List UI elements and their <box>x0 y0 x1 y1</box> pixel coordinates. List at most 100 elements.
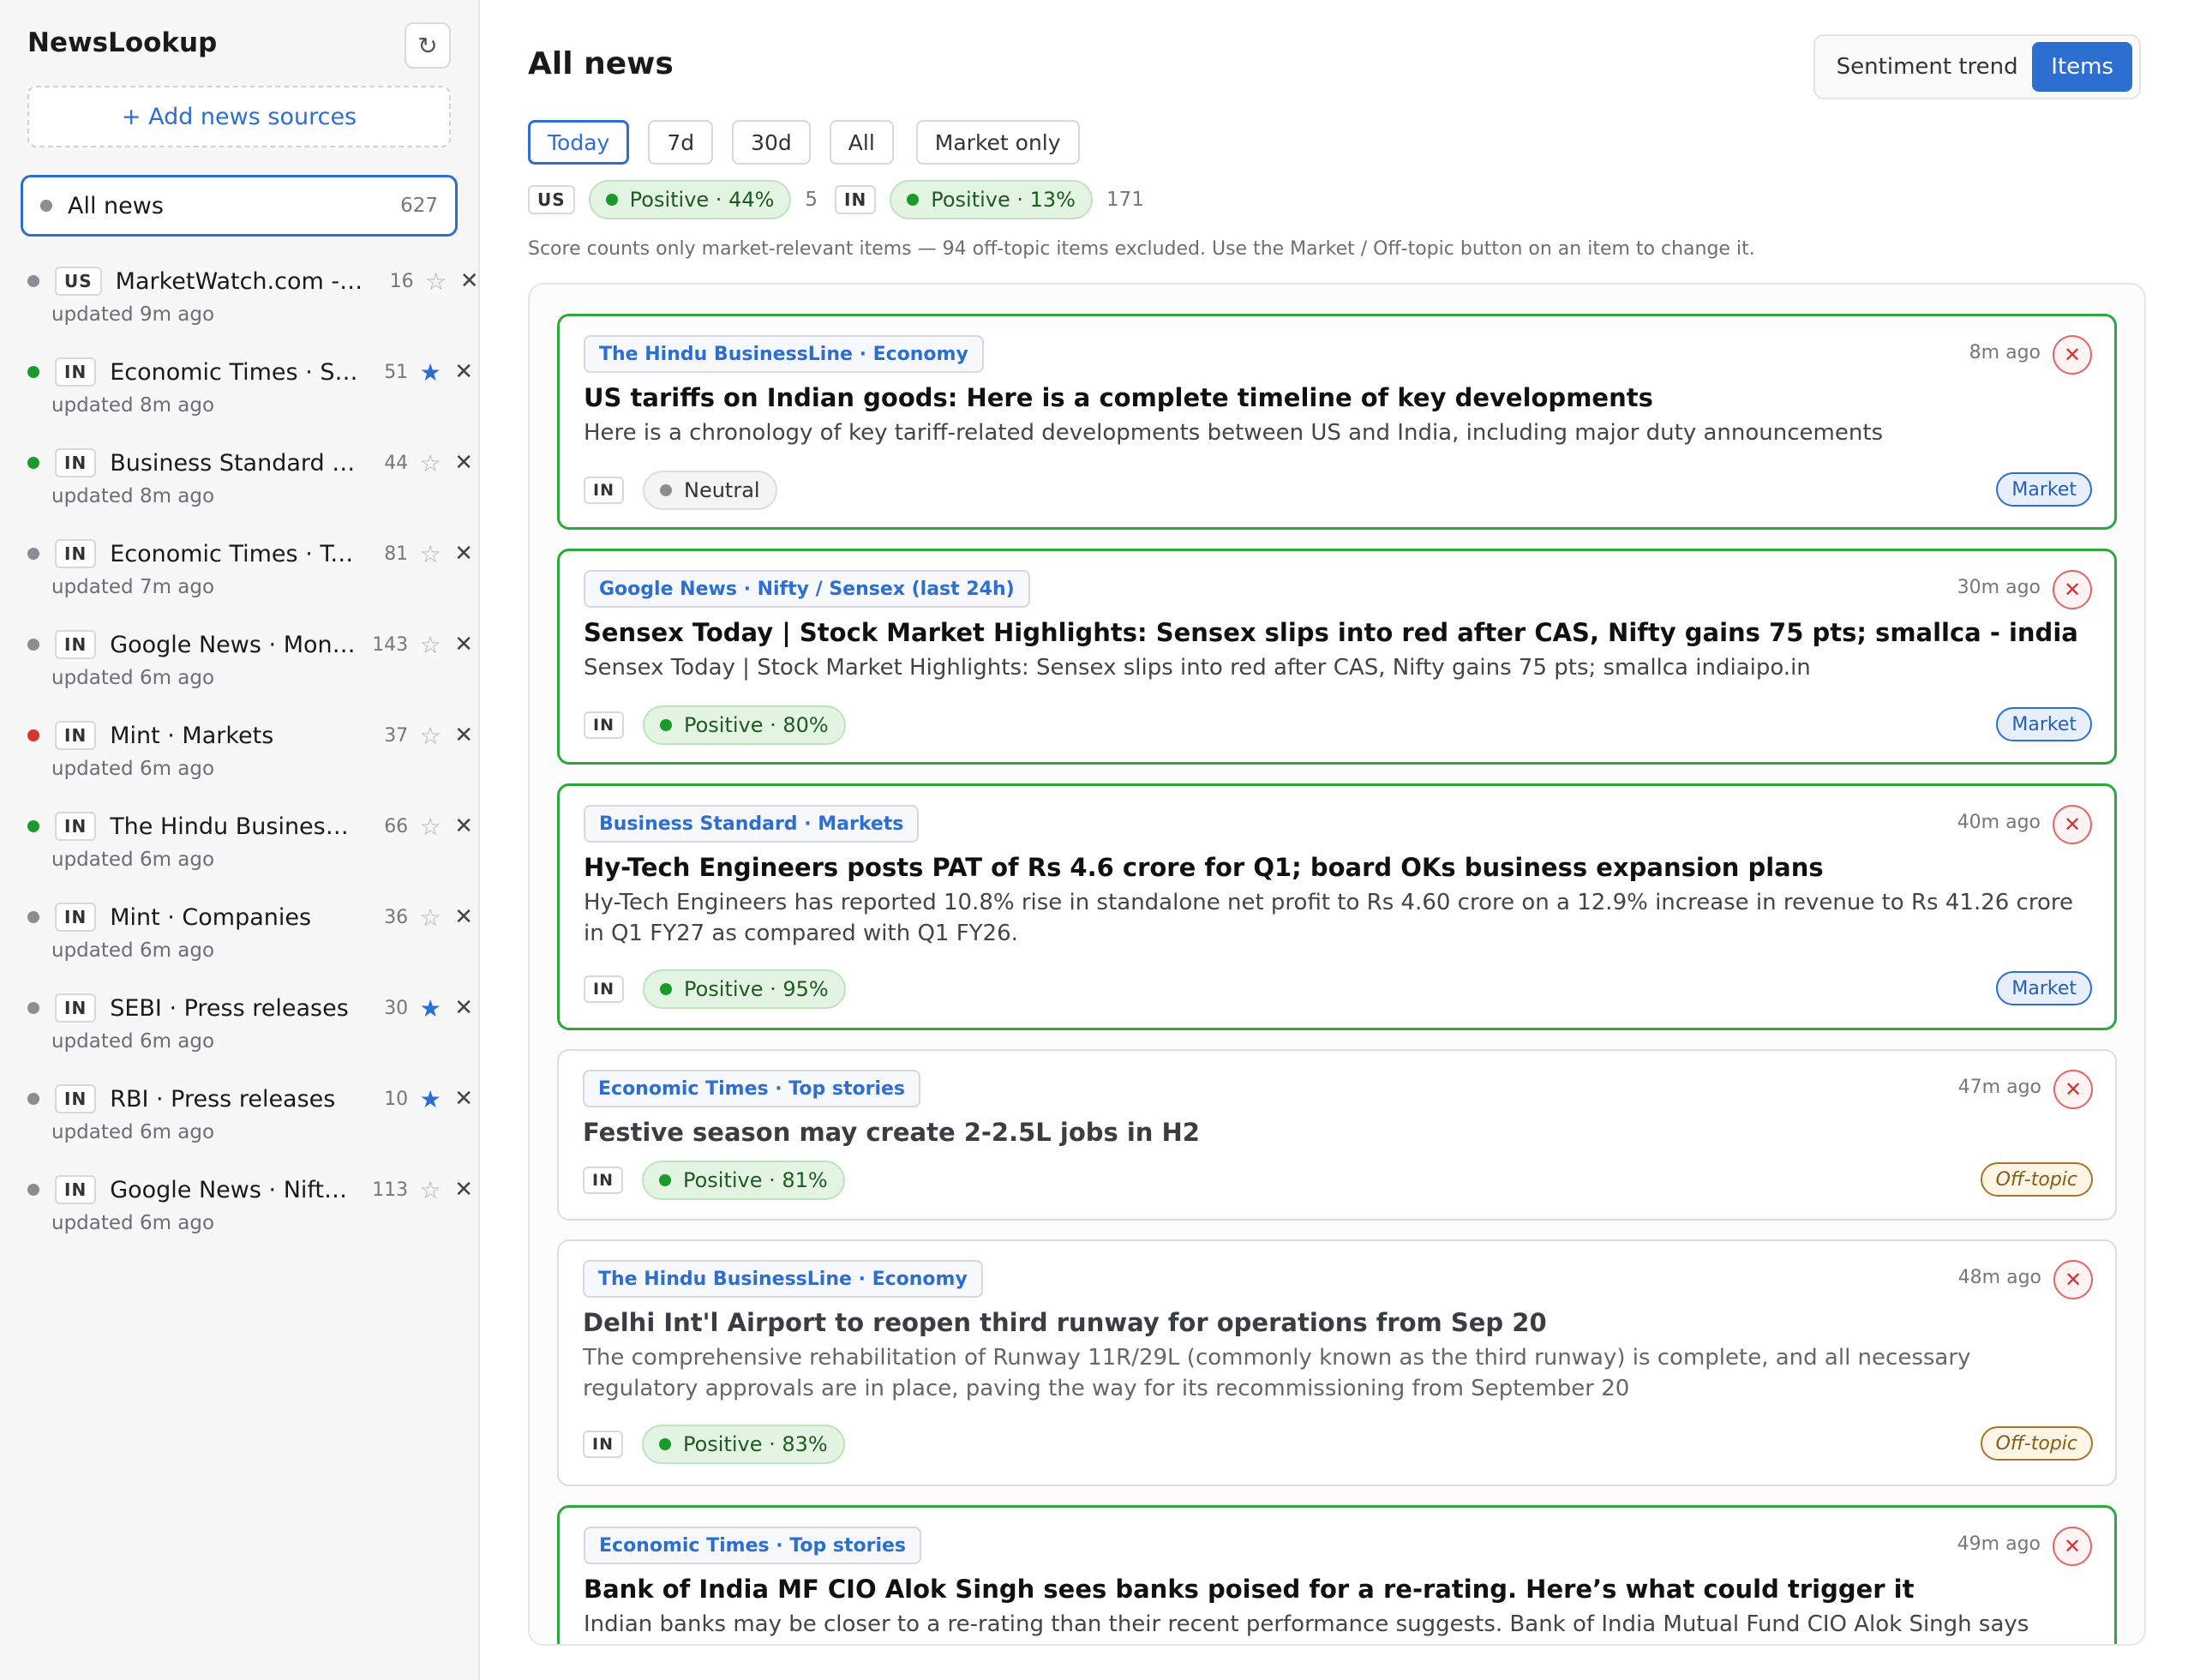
filter-all[interactable]: All <box>829 120 894 165</box>
filter-7d[interactable]: 7d <box>648 120 714 165</box>
remove-source-icon[interactable]: ✕ <box>451 904 477 930</box>
positive-dot <box>605 194 618 206</box>
remove-source-icon[interactable]: ✕ <box>451 450 477 476</box>
star-icon[interactable]: ★ <box>413 994 447 1023</box>
news-card[interactable]: Google News · Nifty / Sensex (last 24h) 3… <box>557 549 2117 765</box>
sidebar-source-item[interactable]: USMarketWatch.com - Top Stories16☆✕updat… <box>21 255 479 346</box>
source-name: SEBI · Press releases <box>110 994 349 1022</box>
market-tag-button[interactable]: Market <box>1996 472 2092 507</box>
card-source-badge[interactable]: Economic Times · Top stories <box>583 1070 921 1107</box>
status-dot <box>40 200 52 212</box>
star-icon[interactable]: ☆ <box>413 903 447 932</box>
market-only-toggle[interactable]: Market only <box>915 120 1080 165</box>
source-count: 30 <box>384 997 409 1019</box>
card-description: Sensex Today | Stock Market Highlights: … <box>584 655 1811 681</box>
sentiment-trend-tab[interactable]: Sentiment trend <box>1822 42 2032 92</box>
status-dot <box>27 366 39 378</box>
sidebar-source-item[interactable]: INEconomic Times · Top stories81☆✕update… <box>21 528 473 619</box>
card-description: Hy-Tech Engineers has reported 10.8% ris… <box>584 890 2073 946</box>
source-count: 51 <box>384 361 409 383</box>
card-source-badge[interactable]: Business Standard · Markets <box>584 805 920 843</box>
remove-source-icon[interactable]: ✕ <box>451 995 477 1021</box>
news-card[interactable]: Economic Times · Top stories 49m ago ✕ Bank… <box>557 1505 2117 1644</box>
card-source-badge[interactable]: The Hindu BusinessLine · Economy <box>584 335 984 373</box>
main-panel: All news Sentiment trend Items Today 7d … <box>482 0 2194 1680</box>
sidebar-source-item[interactable]: IN Google News · Money 143 ☆ ✕ updated 6m ago <box>21 619 473 710</box>
card-source-badge[interactable]: The Hindu BusinessLine · Economy <box>583 1260 983 1298</box>
star-icon[interactable]: ☆ <box>413 813 447 841</box>
remove-source-icon[interactable]: ✕ <box>451 541 477 567</box>
sentiment-pill: Neutral <box>642 471 777 510</box>
dismiss-icon[interactable]: ✕ <box>2053 570 2092 609</box>
filter-today[interactable]: Today <box>528 120 630 165</box>
dismiss-icon[interactable]: ✕ <box>2053 1527 2092 1566</box>
remove-source-icon[interactable]: ✕ <box>457 268 483 294</box>
star-icon[interactable]: ☆ <box>413 722 447 750</box>
market-tag-button[interactable]: Market <box>1996 707 2092 741</box>
card-title[interactable]: Sensex Today | Stock Market Highlights: … <box>584 618 2080 647</box>
remove-source-icon[interactable]: ✕ <box>451 632 477 657</box>
off-topic-tag-button[interactable]: Off-topic <box>1980 1426 2093 1461</box>
country-badge: IN <box>55 721 97 750</box>
sidebar-source-item[interactable]: INEconomic Times · Stocks51★✕updated 8m … <box>21 346 473 437</box>
news-card[interactable]: The Hindu BusinessLine · Economy 8m ago ✕ U… <box>557 314 2117 530</box>
sentiment-label: Positive · 80% <box>683 713 829 737</box>
country-badge: IN <box>55 630 97 659</box>
star-icon[interactable]: ★ <box>413 1085 447 1113</box>
remove-source-icon[interactable]: ✕ <box>451 1086 477 1112</box>
card-source-badge[interactable]: Economic Times · Top stories <box>584 1527 922 1564</box>
remove-source-icon[interactable]: ✕ <box>451 813 477 839</box>
sidebar-source-item[interactable]: IN Mint · Companies 36 ☆ ✕ updated 6m ago <box>21 891 473 982</box>
dismiss-icon[interactable]: ✕ <box>2053 1260 2093 1299</box>
filter-30d[interactable]: 30d <box>732 120 811 165</box>
star-icon[interactable]: ☆ <box>413 631 447 659</box>
source-updated: updated 6m ago <box>51 1030 215 1053</box>
items-tab[interactable]: Items <box>2032 42 2132 92</box>
sidebar-source-item[interactable]: INGoogle News · Nifty / Sensex113☆✕updat… <box>21 1164 473 1255</box>
sentiment-dot <box>659 719 672 731</box>
sidebar-source-item[interactable]: IN SEBI · Press releases 30 ★ ✕ updated 6m ag… <box>21 982 473 1073</box>
card-title[interactable]: US tariffs on Indian goods: Here is a co… <box>584 383 2080 412</box>
star-icon[interactable]: ☆ <box>413 1176 447 1204</box>
sentiment-label: Positive · 13% <box>931 188 1076 212</box>
add-news-sources-button[interactable]: + Add news sources <box>27 86 451 147</box>
off-topic-tag-button[interactable]: Off-topic <box>1980 1162 2093 1197</box>
news-feed[interactable]: The Hindu BusinessLine · Economy 8m ago ✕ U… <box>528 283 2146 1646</box>
card-title[interactable]: Festive season may create 2-2.5L jobs in… <box>583 1118 2081 1147</box>
country-badge: IN <box>55 812 97 841</box>
sidebar-source-item[interactable]: INBusiness Standard · Markets44☆✕updated… <box>21 437 473 528</box>
sentiment-label: Neutral <box>683 478 760 502</box>
star-icon[interactable]: ☆ <box>413 449 447 477</box>
card-title[interactable]: Delhi Int'l Airport to reopen third runw… <box>583 1308 2081 1337</box>
source-updated: updated 6m ago <box>51 1121 215 1143</box>
card-title[interactable]: Hy-Tech Engineers posts PAT of Rs 4.6 cr… <box>584 853 2080 882</box>
dismiss-icon[interactable]: ✕ <box>2053 805 2092 844</box>
card-description: The comprehensive rehabilitation of Runw… <box>583 1345 1971 1401</box>
sentiment-label: Positive · 83% <box>682 1432 828 1456</box>
card-title[interactable]: Bank of India MF CIO Alok Singh sees ban… <box>584 1575 2080 1604</box>
news-card[interactable]: The Hindu BusinessLine · Economy 48m ago ✕… <box>557 1239 2117 1486</box>
news-card[interactable]: Economic Times · Top stories 47m ago ✕ Fest… <box>557 1049 2117 1221</box>
status-dot <box>27 548 39 560</box>
all-news-label: All news <box>68 192 164 219</box>
sidebar-item-all-news[interactable]: All news 627 <box>21 175 458 237</box>
dismiss-icon[interactable]: ✕ <box>2053 335 2092 375</box>
dismiss-icon[interactable]: ✕ <box>2053 1070 2093 1109</box>
sidebar-source-item[interactable]: IN Mint · Markets 37 ☆ ✕ updated 6m ago <box>21 710 473 801</box>
star-icon[interactable]: ☆ <box>413 540 447 568</box>
remove-source-icon[interactable]: ✕ <box>451 359 477 385</box>
news-card[interactable]: Business Standard · Markets 40m ago ✕ Hy-Te… <box>557 783 2117 1030</box>
refresh-button[interactable]: ↻ <box>405 22 451 69</box>
star-icon[interactable]: ☆ <box>419 267 453 296</box>
country-badge: IN <box>55 903 97 932</box>
star-icon[interactable]: ★ <box>413 358 447 387</box>
sidebar-source-item[interactable]: IN RBI · Press releases 10 ★ ✕ updated 6m ago <box>21 1073 473 1164</box>
remove-source-icon[interactable]: ✕ <box>451 723 477 748</box>
sentiment-label: Positive · 95% <box>683 977 829 1001</box>
remove-source-icon[interactable]: ✕ <box>451 1177 477 1203</box>
card-source-badge[interactable]: Google News · Nifty / Sensex (last 24h) <box>584 570 1030 608</box>
market-tag-button[interactable]: Market <box>1996 971 2092 1005</box>
source-name: Economic Times · Stocks <box>110 358 358 386</box>
source-name: Mint · Companies <box>110 903 312 931</box>
sidebar-source-item[interactable]: INThe Hindu BusinessLine · Economy66☆✕up… <box>21 801 473 891</box>
